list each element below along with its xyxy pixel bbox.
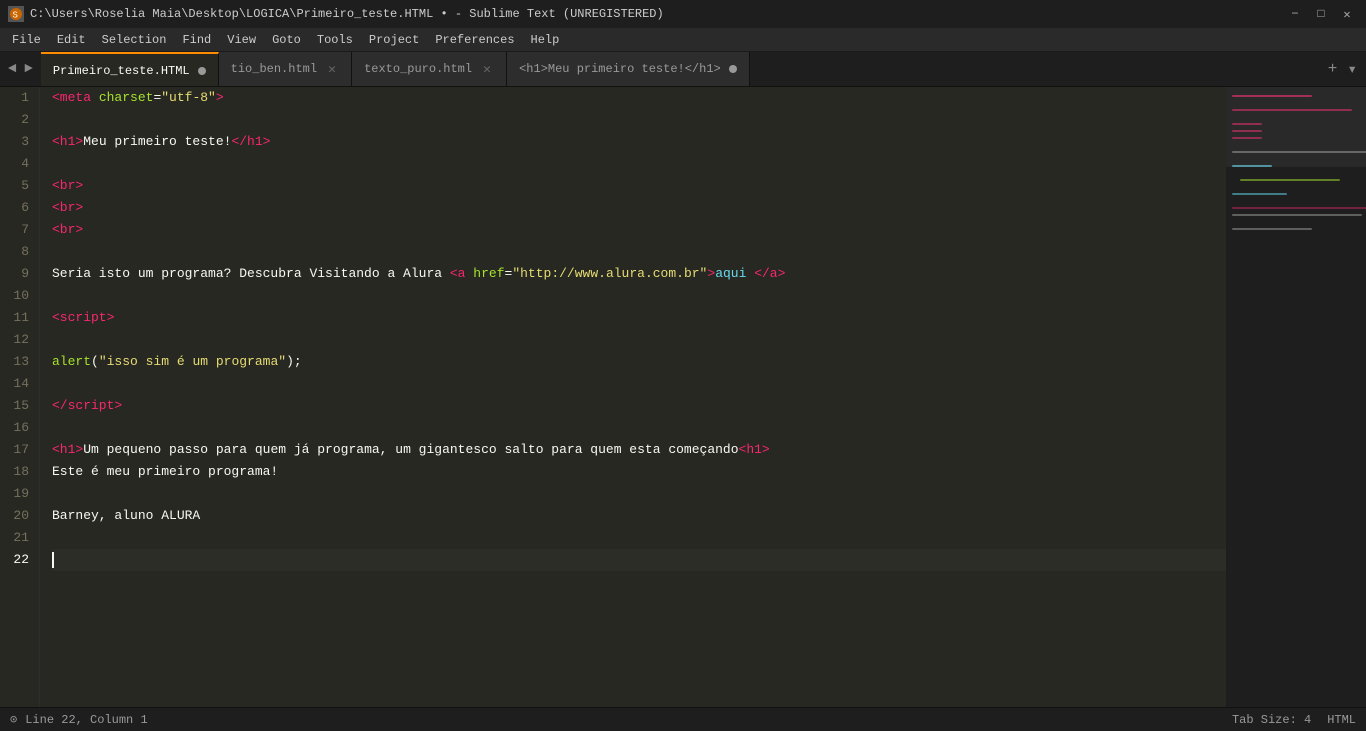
cursor-position[interactable]: Line 22, Column 1 [25,713,147,727]
code-line-11: <script> [52,307,1226,329]
line-num-8: 8 [8,241,29,263]
line-num-9: 9 [8,263,29,285]
line-num-14: 14 [8,373,29,395]
code-line-13: alert("isso sim é um programa"); [52,351,1226,373]
tab-actions: + ▾ [1319,52,1366,86]
tab-primeiro-teste[interactable]: Primeiro_teste.HTML [41,52,219,86]
line-num-22: 22 [8,549,29,571]
line-numbers: 1 2 3 4 5 6 7 8 9 10 11 12 13 14 15 16 1… [0,87,40,707]
code-line-16 [52,417,1226,439]
title-bar: S C:\Users\Roselia Maia\Desktop\LOGICA\P… [0,0,1366,28]
code-line-18: Este é meu primeiro programa! [52,461,1226,483]
code-line-4 [52,153,1226,175]
status-bar-right: Tab Size: 4 HTML [1232,713,1356,727]
line-num-6: 6 [8,197,29,219]
line-num-5: 5 [8,175,29,197]
tab-navigation: ◄ ► [0,52,41,86]
code-line-20: Barney, aluno ALURA [52,505,1226,527]
menu-goto[interactable]: Goto [264,31,309,49]
tab-texto-puro[interactable]: texto_puro.html ✕ [352,52,507,86]
code-line-10 [52,285,1226,307]
line-num-3: 3 [8,131,29,153]
maximize-button[interactable]: □ [1310,3,1332,25]
tab-label: texto_puro.html [364,62,472,76]
tab-label: Primeiro_teste.HTML [53,64,190,78]
menu-project[interactable]: Project [361,31,427,49]
title-bar-left: S C:\Users\Roselia Maia\Desktop\LOGICA\P… [8,6,664,22]
svg-text:S: S [13,11,18,21]
minimap-viewport [1226,87,1366,167]
code-line-19 [52,483,1226,505]
line-num-16: 16 [8,417,29,439]
syntax-label[interactable]: HTML [1327,713,1356,727]
menu-edit[interactable]: Edit [49,31,94,49]
code-line-1: <meta charset="utf-8"> [52,87,1226,109]
line-num-19: 19 [8,483,29,505]
minimize-button[interactable]: − [1284,3,1306,25]
window-title: C:\Users\Roselia Maia\Desktop\LOGICA\Pri… [30,7,664,21]
tab-dirty-indicator [198,67,206,75]
tab-h1-meu-primeiro[interactable]: <h1>Meu primeiro teste!</h1> [507,52,750,86]
code-line-7: <br> [52,219,1226,241]
line-num-10: 10 [8,285,29,307]
menu-preferences[interactable]: Preferences [427,31,522,49]
line-num-13: 13 [8,351,29,373]
line-num-1: 1 [8,87,29,109]
menu-view[interactable]: View [219,31,264,49]
tab-close-icon[interactable]: ✕ [480,62,494,76]
line-num-7: 7 [8,219,29,241]
menu-help[interactable]: Help [523,31,568,49]
status-bar-left: ⊙ Line 22, Column 1 [10,712,148,727]
text-cursor [52,552,54,568]
code-line-8 [52,241,1226,263]
menu-tools[interactable]: Tools [309,31,361,49]
line-num-4: 4 [8,153,29,175]
menu-selection[interactable]: Selection [94,31,175,49]
line-num-15: 15 [8,395,29,417]
code-line-12 [52,329,1226,351]
tab-dirty-indicator [729,65,737,73]
menu-find[interactable]: Find [174,31,219,49]
line-num-12: 12 [8,329,29,351]
line-num-17: 17 [8,439,29,461]
tab-list-button[interactable]: ▾ [1344,59,1360,79]
tab-close-icon[interactable]: ✕ [325,62,339,76]
tab-bar: ◄ ► Primeiro_teste.HTML tio_ben.html ✕ t… [0,52,1366,87]
code-editor[interactable]: <meta charset="utf-8"> <h1>Meu primeiro … [40,87,1226,707]
code-line-9: Seria isto um programa? Descubra Visitan… [52,263,1226,285]
editor-container: 1 2 3 4 5 6 7 8 9 10 11 12 13 14 15 16 1… [0,87,1366,707]
menu-file[interactable]: File [4,31,49,49]
tab-prev-button[interactable]: ◄ [4,61,20,77]
code-line-17: <h1>Um pequeno passo para quem já progra… [52,439,1226,461]
tab-tio-ben[interactable]: tio_ben.html ✕ [219,52,352,86]
status-bar: ⊙ Line 22, Column 1 Tab Size: 4 HTML [0,707,1366,731]
window-controls[interactable]: − □ ✕ [1284,3,1358,25]
code-line-2 [52,109,1226,131]
code-line-3: <h1>Meu primeiro teste!</h1> [52,131,1226,153]
tab-next-button[interactable]: ► [20,61,36,77]
code-line-5: <br> [52,175,1226,197]
line-num-21: 21 [8,527,29,549]
close-button[interactable]: ✕ [1336,3,1358,25]
line-num-2: 2 [8,109,29,131]
code-line-21 [52,527,1226,549]
line-num-11: 11 [8,307,29,329]
tab-size[interactable]: Tab Size: 4 [1232,713,1311,727]
vcs-icon: ⊙ [10,712,17,727]
code-line-22 [52,549,1226,571]
code-line-15: </script> [52,395,1226,417]
app-icon: S [8,6,24,22]
code-line-14 [52,373,1226,395]
tab-label: tio_ben.html [231,62,317,76]
minimap[interactable] [1226,87,1366,707]
line-num-18: 18 [8,461,29,483]
tab-label: <h1>Meu primeiro teste!</h1> [519,62,721,76]
menu-bar: File Edit Selection Find View Goto Tools… [0,28,1366,52]
code-line-6: <br> [52,197,1226,219]
line-num-20: 20 [8,505,29,527]
add-tab-button[interactable]: + [1325,60,1341,78]
